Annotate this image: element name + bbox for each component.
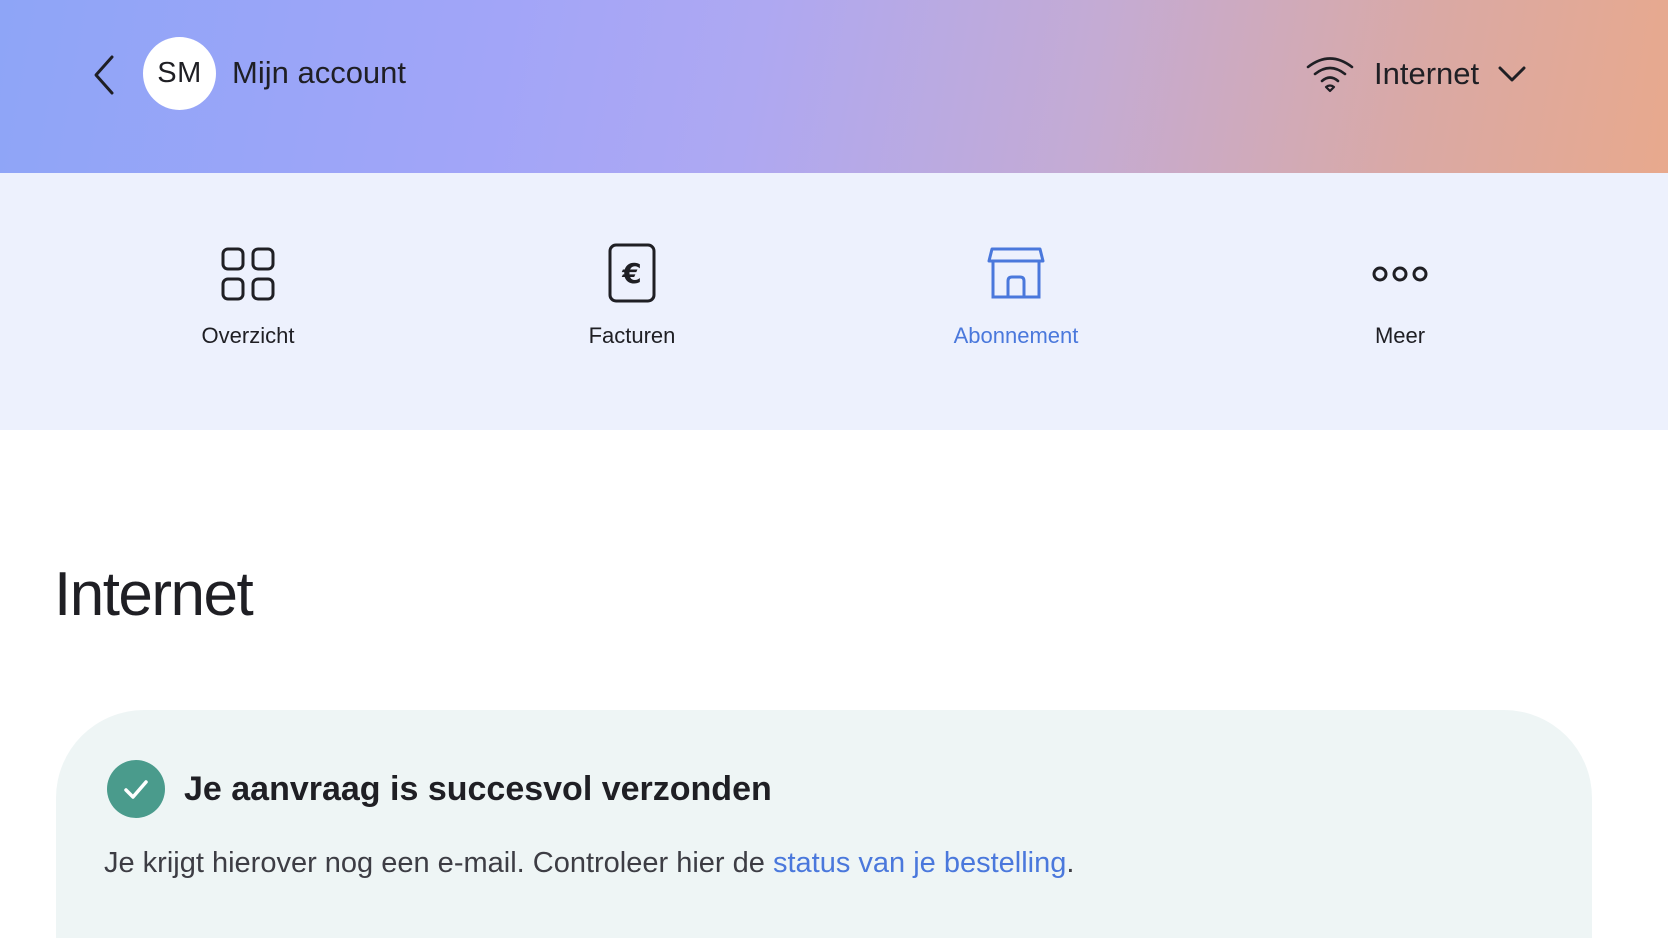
chevron-left-icon — [94, 55, 114, 95]
nav-item-abonnement[interactable]: Abonnement — [916, 243, 1116, 363]
account-nav: Overzicht € Facturen Abonnement Meer — [0, 173, 1668, 430]
nav-item-label: Meer — [1374, 323, 1426, 348]
nav-item-label: Overzicht — [201, 323, 295, 348]
svg-text:€: € — [621, 257, 641, 290]
service-switcher[interactable]: Internet — [1304, 48, 1554, 100]
back-button[interactable] — [84, 50, 124, 100]
account-header: SM Mijn account Internet — [0, 0, 1668, 173]
notice-text-before: Je krijgt hierover nog een e-mail. Contr… — [104, 847, 773, 879]
nav-item-overzicht[interactable]: Overzicht — [148, 243, 348, 363]
success-notice — [56, 710, 1592, 938]
order-status-link[interactable]: status van je bestelling — [773, 847, 1066, 879]
notice-title: Je aanvraag is succesvol verzonden — [184, 770, 772, 808]
page-title: Internet — [54, 560, 254, 629]
notice-text-after: . — [1066, 847, 1075, 879]
success-check-icon — [107, 760, 165, 818]
page-header-title: Mijn account — [232, 55, 407, 90]
more-dots-icon — [1372, 266, 1428, 282]
store-icon — [987, 247, 1045, 299]
wifi-icon — [1306, 57, 1354, 93]
notice-text: Je krijgt hierover nog een e-mail. Contr… — [104, 845, 1074, 881]
nav-item-label: Facturen — [588, 323, 676, 348]
euro-invoice-icon: € — [608, 243, 656, 303]
chevron-down-icon — [1498, 66, 1526, 82]
nav-item-facturen[interactable]: € Facturen — [532, 243, 732, 363]
grid-icon — [221, 247, 275, 301]
avatar[interactable]: SM — [143, 37, 216, 110]
service-label: Internet — [1374, 56, 1480, 91]
nav-item-label: Abonnement — [953, 323, 1079, 348]
nav-item-meer[interactable]: Meer — [1300, 243, 1500, 363]
